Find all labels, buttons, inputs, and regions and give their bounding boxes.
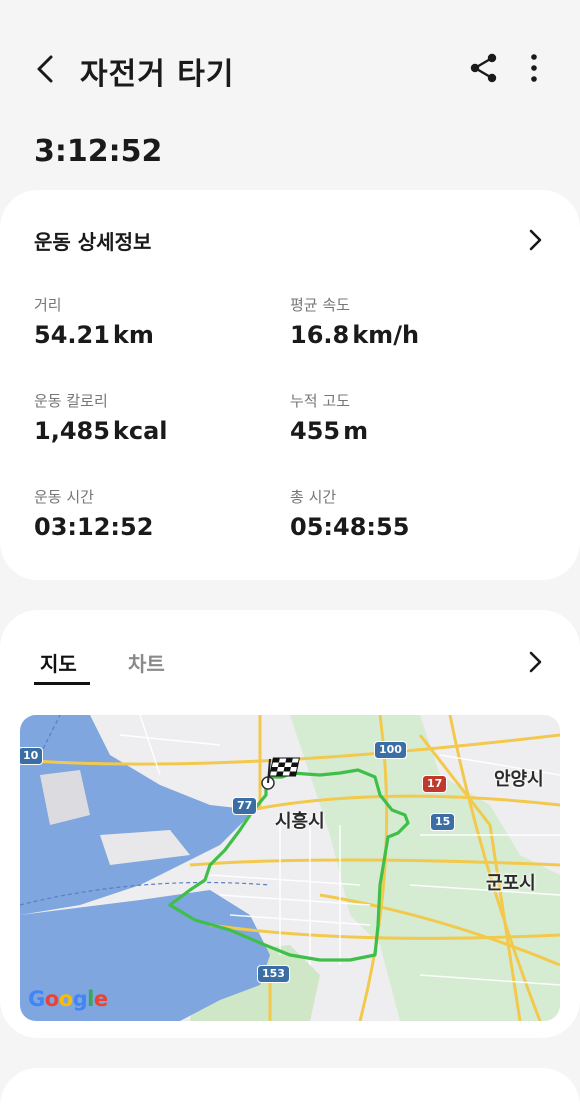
chevron-right-icon[interactable] (524, 650, 546, 674)
more-vertical-icon[interactable] (522, 52, 546, 84)
map-label-anyang: 안양시 (494, 769, 544, 790)
google-logo: Google (28, 987, 108, 1011)
stat-distance: 거리 54.21 km (34, 294, 274, 349)
map-label-gunpo: 군포시 (486, 873, 536, 894)
stat-value: 05:48:55 (290, 513, 410, 541)
map-card: 지도 차트 시흥시 안양시 군포시 10 77 100 17 15 153 Go… (0, 610, 580, 1038)
active-tab-indicator (34, 682, 90, 685)
route-shield: 15 (430, 813, 456, 831)
stat-total-time: 총 시간 05:48:55 (290, 486, 530, 541)
stat-value: 1,485 kcal (34, 417, 168, 445)
route-shield: 100 (374, 741, 407, 759)
stat-value: 03:12:52 (34, 513, 154, 541)
route-shield: 17 (422, 775, 448, 793)
stat-value: 54.21 km (34, 321, 154, 349)
tab-chart[interactable]: 차트 (128, 648, 165, 677)
stat-value: 455 m (290, 417, 369, 445)
next-card (0, 1068, 580, 1109)
page-title: 자전거 타기 (80, 57, 235, 92)
workout-details-card[interactable]: 운동 상세정보 거리 54.21 km 평균 속도 16.8 km/h 운동 칼로리… (0, 190, 580, 580)
stat-label: 거리 (34, 296, 62, 314)
route-shield: 153 (257, 965, 290, 983)
chevron-right-icon[interactable] (524, 228, 546, 252)
stat-label: 운동 시간 (34, 488, 94, 506)
total-duration: 3:12:52 (34, 134, 163, 169)
stat-label: 누적 고도 (290, 392, 350, 410)
stat-value: 16.8 km/h (290, 321, 420, 349)
chevron-left-icon[interactable] (30, 52, 62, 86)
app-header: 자전거 타기 (0, 0, 580, 140)
stat-label: 평균 속도 (290, 296, 350, 314)
route-shield: 77 (232, 797, 258, 815)
stat-workout-time: 운동 시간 03:12:52 (34, 486, 274, 541)
stat-label: 운동 칼로리 (34, 392, 108, 410)
map-label-siheung: 시흥시 (275, 811, 325, 832)
share-icon[interactable] (468, 52, 500, 84)
stat-elevation-gain: 누적 고도 455 m (290, 390, 530, 445)
stat-avg-speed: 평균 속도 16.8 km/h (290, 294, 530, 349)
tab-map[interactable]: 지도 (40, 648, 77, 677)
route-shield: 10 (20, 747, 44, 765)
stat-label: 총 시간 (290, 488, 337, 506)
workout-details-heading: 운동 상세정보 (34, 230, 152, 254)
stat-calories: 운동 칼로리 1,485 kcal (34, 390, 274, 445)
route-map[interactable]: 시흥시 안양시 군포시 10 77 100 17 15 153 Google (20, 715, 560, 1021)
map-canvas (20, 715, 560, 1021)
